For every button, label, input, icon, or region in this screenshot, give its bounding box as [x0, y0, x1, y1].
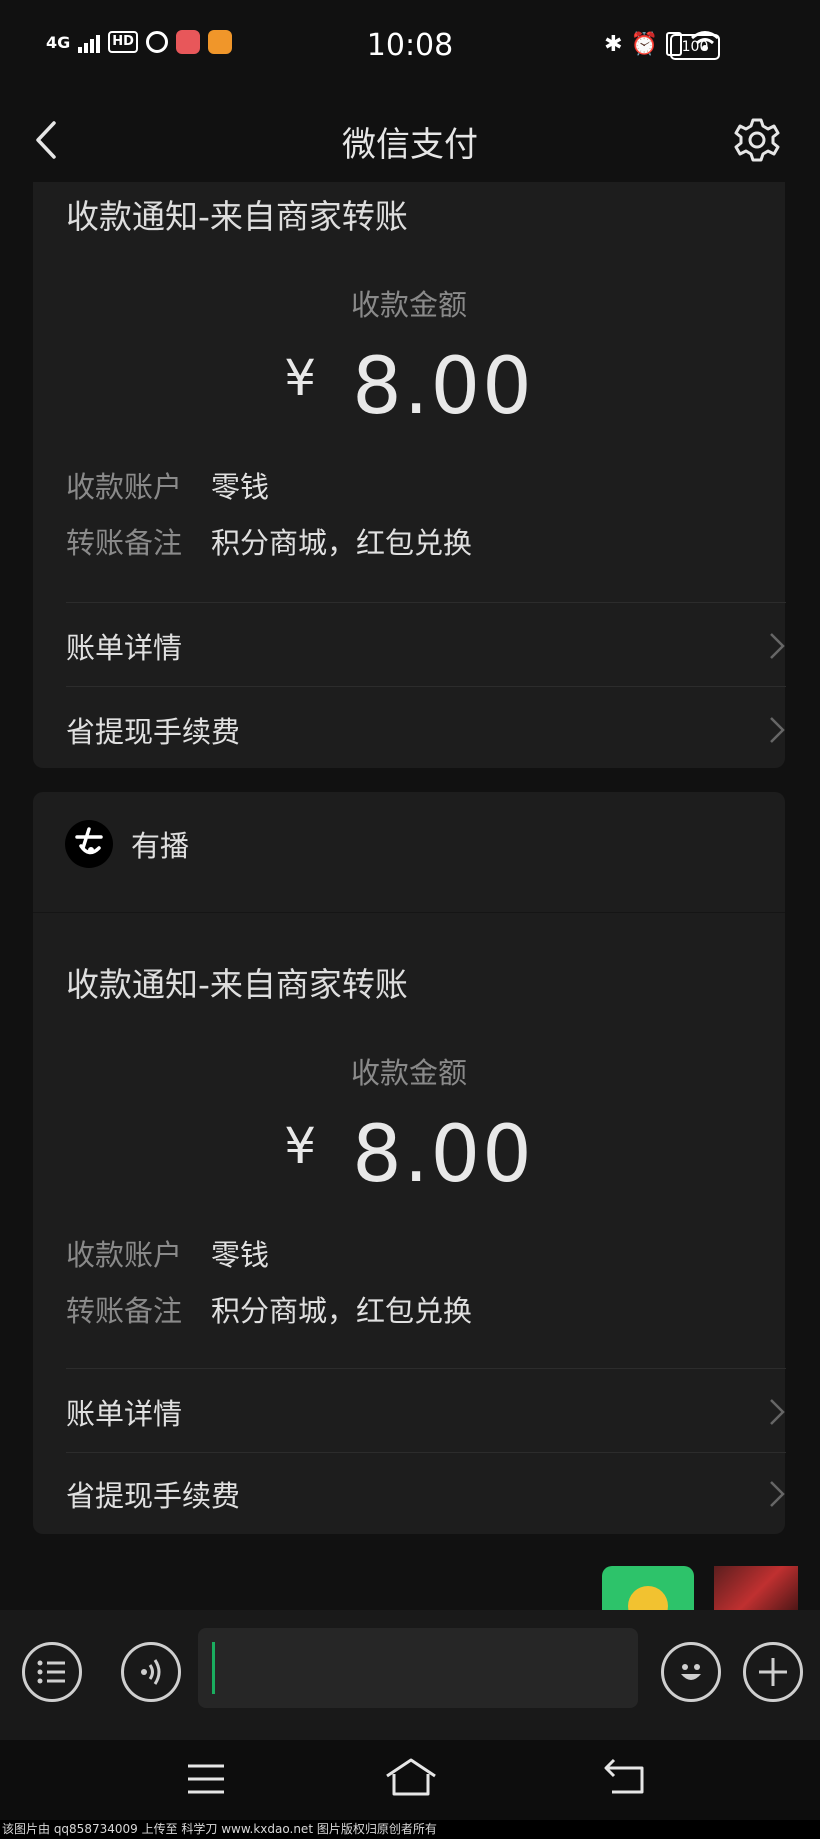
system-navigation-bar — [0, 1740, 820, 1820]
chevron-right-icon — [770, 717, 785, 743]
currency-symbol: ¥ — [284, 349, 317, 407]
chevron-right-icon — [770, 633, 785, 659]
fee-saving-row[interactable]: 省提现手续费 — [66, 690, 786, 770]
chevron-right-icon — [770, 1481, 785, 1507]
plus-icon[interactable] — [743, 1642, 803, 1702]
home-icon[interactable] — [384, 1756, 438, 1798]
transfer-notice-card: 有播 收款通知-来自商家转账 收款金额 ¥8.00 收款账户 零钱 转账备注 积分商… — [33, 792, 786, 1534]
status-bar: 4G HD 10:08 ✱ ⏰ 100 — [0, 0, 820, 95]
divider — [66, 602, 786, 603]
remark-value: 积分商城，红包兑换 — [211, 1294, 473, 1328]
divider — [66, 686, 786, 687]
alarm-icon: ⏰ — [630, 31, 658, 57]
bill-detail-label: 账单详情 — [66, 631, 183, 665]
account-key: 收款账户 — [66, 1238, 183, 1272]
bill-detail-label: 账单详情 — [66, 1397, 183, 1431]
bluetooth-icon: ✱ — [604, 31, 623, 57]
top-nav-bar: 微信支付 — [0, 95, 820, 185]
fee-saving-label: 省提现手续费 — [66, 1479, 241, 1513]
voice-icon[interactable] — [121, 1642, 181, 1702]
menu-list-icon[interactable] — [22, 1642, 82, 1702]
bill-detail-row[interactable]: 账单详情 — [66, 606, 786, 686]
divider — [66, 1368, 786, 1369]
bill-detail-row[interactable]: 账单详情 — [66, 1372, 786, 1452]
remark-key: 转账备注 — [66, 1294, 183, 1328]
input-bar — [0, 1610, 820, 1740]
currency-symbol: ¥ — [284, 1117, 317, 1175]
remark-key: 转账备注 — [66, 526, 183, 560]
notice-title: 收款通知-来自商家转账 — [66, 965, 408, 1004]
account-row: 收款账户 零钱 — [66, 464, 269, 506]
transfer-notice-card: 收款通知-来自商家转账 收款金额 ¥8.00 收款账户 零钱 转账备注 积分商城，红… — [33, 182, 786, 770]
merchant-logo — [65, 820, 113, 868]
message-input[interactable] — [198, 1628, 638, 1708]
remark-row: 转账备注 积分商城，红包兑换 — [66, 1288, 472, 1330]
notice-title: 收款通知-来自商家转账 — [66, 197, 408, 236]
amount-value: 8.00 — [352, 342, 534, 432]
account-value: 零钱 — [211, 1238, 270, 1272]
youbo-logo-icon — [75, 827, 103, 855]
amount-label: 收款金额 — [350, 1056, 467, 1090]
battery-indicator: 100 — [670, 34, 720, 60]
divider — [66, 1452, 786, 1453]
text-caret — [212, 1642, 215, 1694]
menu-icon[interactable] — [186, 1762, 226, 1796]
account-row: 收款账户 零钱 — [66, 1232, 269, 1274]
account-key: 收款账户 — [66, 470, 183, 504]
divider — [33, 912, 785, 913]
amount-display: ¥8.00 — [33, 1110, 785, 1200]
page-title: 微信支付 — [342, 125, 478, 165]
back-icon[interactable] — [602, 1756, 648, 1798]
amount-display: ¥8.00 — [33, 342, 785, 432]
account-value: 零钱 — [211, 470, 270, 504]
amount-value: 8.00 — [352, 1110, 534, 1200]
fee-saving-row[interactable]: 省提现手续费 — [66, 1454, 786, 1534]
merchant-name: 有播 — [131, 829, 190, 863]
gear-icon[interactable] — [728, 111, 786, 169]
chevron-right-icon — [770, 1399, 785, 1425]
merchant-header[interactable]: 有播 — [65, 820, 189, 868]
amount-label: 收款金额 — [350, 288, 467, 322]
emoji-icon[interactable] — [661, 1642, 721, 1702]
remark-row: 转账备注 积分商城，红包兑换 — [66, 520, 472, 562]
fee-saving-label: 省提现手续费 — [66, 715, 241, 749]
remark-value: 积分商城，红包兑换 — [211, 526, 473, 560]
watermark-footer: 该图片由 qq858734009 上传至 科学刀 www.kxdao.net 图… — [0, 1820, 820, 1839]
